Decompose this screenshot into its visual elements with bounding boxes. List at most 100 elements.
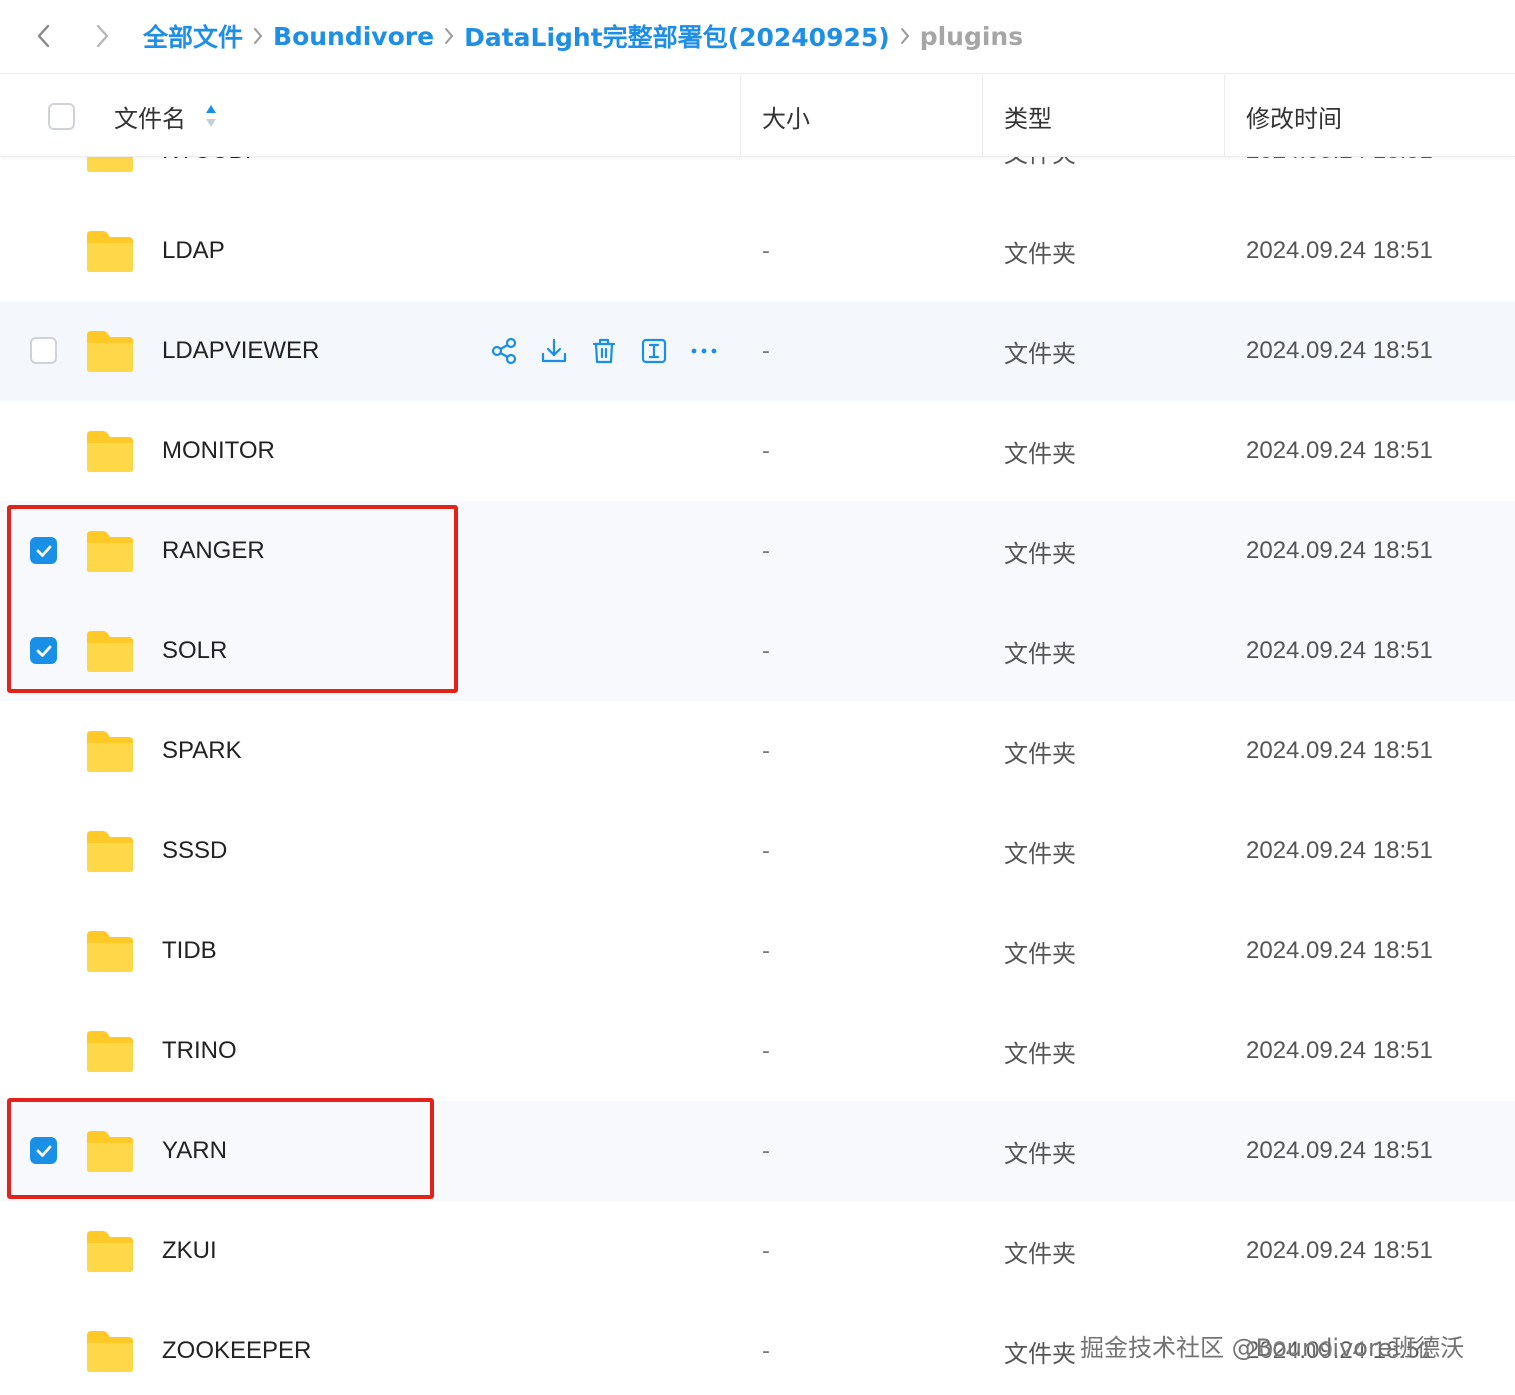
download-icon (541, 338, 567, 363)
column-header-name[interactable]: 文件名 (114, 75, 218, 157)
file-modified: 2024.09.24 18:51 (1246, 437, 1433, 464)
file-name[interactable]: LDAPVIEWER (162, 301, 319, 401)
folder-icon (87, 731, 133, 772)
check-icon (36, 545, 51, 557)
file-browser: 全部文件 Boundivore DataLight完整部署包(20240925)… (0, 0, 1515, 1395)
folder-icon (87, 531, 133, 572)
file-modified: 2024.09.24 18:51 (1246, 237, 1433, 264)
file-name[interactable]: RANGER (162, 501, 265, 601)
folder-icon (87, 1331, 133, 1372)
table-row[interactable]: LDAP - 文件夹 2024.09.24 18:51 (0, 201, 1515, 301)
file-size: - (762, 538, 770, 564)
file-size: - (762, 638, 770, 664)
table-row[interactable]: RANGER - 文件夹 2024.09.24 18:51 (0, 501, 1515, 601)
column-divider[interactable] (1224, 75, 1225, 157)
file-size: - (762, 938, 770, 964)
file-size: - (762, 1238, 770, 1264)
folder-icon (87, 931, 133, 972)
more-button[interactable] (690, 337, 718, 365)
file-modified: 2024.09.24 18:51 (1246, 937, 1433, 964)
folder-icon (87, 631, 133, 672)
file-type: 文件夹 (1004, 1339, 1076, 1368)
file-name[interactable]: TRINO (162, 1001, 237, 1101)
file-name[interactable]: ZOOKEEPER (162, 1301, 311, 1395)
file-type: 文件夹 (1004, 1039, 1076, 1068)
file-type: 文件夹 (1004, 439, 1076, 468)
file-name[interactable]: SPARK (162, 701, 242, 801)
table-row[interactable]: YARN - 文件夹 2024.09.24 18:51 (0, 1101, 1515, 1201)
watermark: 掘金技术社区 @Boundivore班德沃 (1080, 1334, 1465, 1362)
folder-icon (87, 831, 133, 872)
file-list: KYUUBI 文件夹 2024.09.24 18:51 LDAP - 文件夹 2… (0, 0, 1515, 1395)
table-row[interactable]: SSSD - 文件夹 2024.09.24 18:51 (0, 801, 1515, 901)
file-type: 文件夹 (1004, 339, 1076, 368)
check-icon (36, 645, 51, 657)
rename-icon (641, 338, 667, 364)
file-type: 文件夹 (1004, 639, 1076, 668)
column-divider[interactable] (740, 75, 741, 157)
table-row[interactable]: LDAPVIEWER - 文件夹 2024.09.24 18:51 (0, 301, 1515, 401)
share-button[interactable] (490, 337, 518, 365)
file-size: - (762, 1138, 770, 1164)
column-header-size[interactable]: 大小 (762, 75, 810, 157)
delete-button[interactable] (590, 337, 618, 365)
column-label: 文件名 (114, 104, 186, 133)
file-name[interactable]: MONITOR (162, 401, 275, 501)
file-type: 文件夹 (1004, 739, 1076, 768)
folder-icon (87, 231, 133, 272)
folder-icon (87, 1031, 133, 1072)
row-actions (490, 333, 718, 369)
folder-icon (87, 1231, 133, 1272)
file-name[interactable]: SOLR (162, 601, 227, 701)
file-name[interactable]: TIDB (162, 901, 217, 1001)
file-modified: 2024.09.24 18:51 (1246, 737, 1433, 764)
file-type: 文件夹 (1004, 539, 1076, 568)
sort-icon[interactable] (204, 103, 218, 129)
file-type: 文件夹 (1004, 239, 1076, 268)
file-size: - (762, 1338, 770, 1364)
column-header-modified[interactable]: 修改时间 (1246, 75, 1342, 157)
file-name[interactable]: YARN (162, 1101, 227, 1201)
table-row[interactable]: ZKUI - 文件夹 2024.09.24 18:51 (0, 1201, 1515, 1301)
file-size: - (762, 338, 770, 364)
row-checkbox[interactable] (30, 1137, 57, 1164)
folder-icon (87, 331, 133, 372)
column-divider[interactable] (982, 75, 983, 157)
file-type: 文件夹 (1004, 1239, 1076, 1268)
more-icon (691, 348, 717, 354)
file-size: - (762, 1038, 770, 1064)
download-button[interactable] (540, 337, 568, 365)
file-type: 文件夹 (1004, 1139, 1076, 1168)
table-row[interactable]: TRINO - 文件夹 2024.09.24 18:51 (0, 1001, 1515, 1101)
table-row[interactable]: SPARK - 文件夹 2024.09.24 18:51 (0, 701, 1515, 801)
file-type: 文件夹 (1004, 839, 1076, 868)
check-icon (36, 1145, 51, 1157)
table-header: 文件名 大小 类型 修改时间 (0, 75, 1515, 157)
file-name[interactable]: LDAP (162, 201, 225, 301)
file-modified: 2024.09.24 18:51 (1246, 537, 1433, 564)
row-checkbox[interactable] (30, 537, 57, 564)
file-name[interactable]: SSSD (162, 801, 227, 901)
file-modified: 2024.09.24 18:51 (1246, 837, 1433, 864)
folder-icon (87, 431, 133, 472)
file-name[interactable]: ZKUI (162, 1201, 217, 1301)
file-modified: 2024.09.24 18:51 (1246, 337, 1433, 364)
file-size: - (762, 738, 770, 764)
file-type: 文件夹 (1004, 939, 1076, 968)
table-row[interactable]: SOLR - 文件夹 2024.09.24 18:51 (0, 601, 1515, 701)
rename-button[interactable] (640, 337, 668, 365)
delete-icon (592, 338, 616, 364)
file-modified: 2024.09.24 18:51 (1246, 1037, 1433, 1064)
file-modified: 2024.09.24 18:51 (1246, 1237, 1433, 1264)
file-modified: 2024.09.24 18:51 (1246, 637, 1433, 664)
row-checkbox[interactable] (30, 337, 57, 364)
file-size: - (762, 838, 770, 864)
share-icon (491, 337, 517, 365)
table-row[interactable]: MONITOR - 文件夹 2024.09.24 18:51 (0, 401, 1515, 501)
file-modified: 2024.09.24 18:51 (1246, 1137, 1433, 1164)
select-all-checkbox[interactable] (48, 102, 75, 130)
file-size: - (762, 438, 770, 464)
column-header-type[interactable]: 类型 (1004, 75, 1052, 157)
table-row[interactable]: TIDB - 文件夹 2024.09.24 18:51 (0, 901, 1515, 1001)
row-checkbox[interactable] (30, 637, 57, 664)
